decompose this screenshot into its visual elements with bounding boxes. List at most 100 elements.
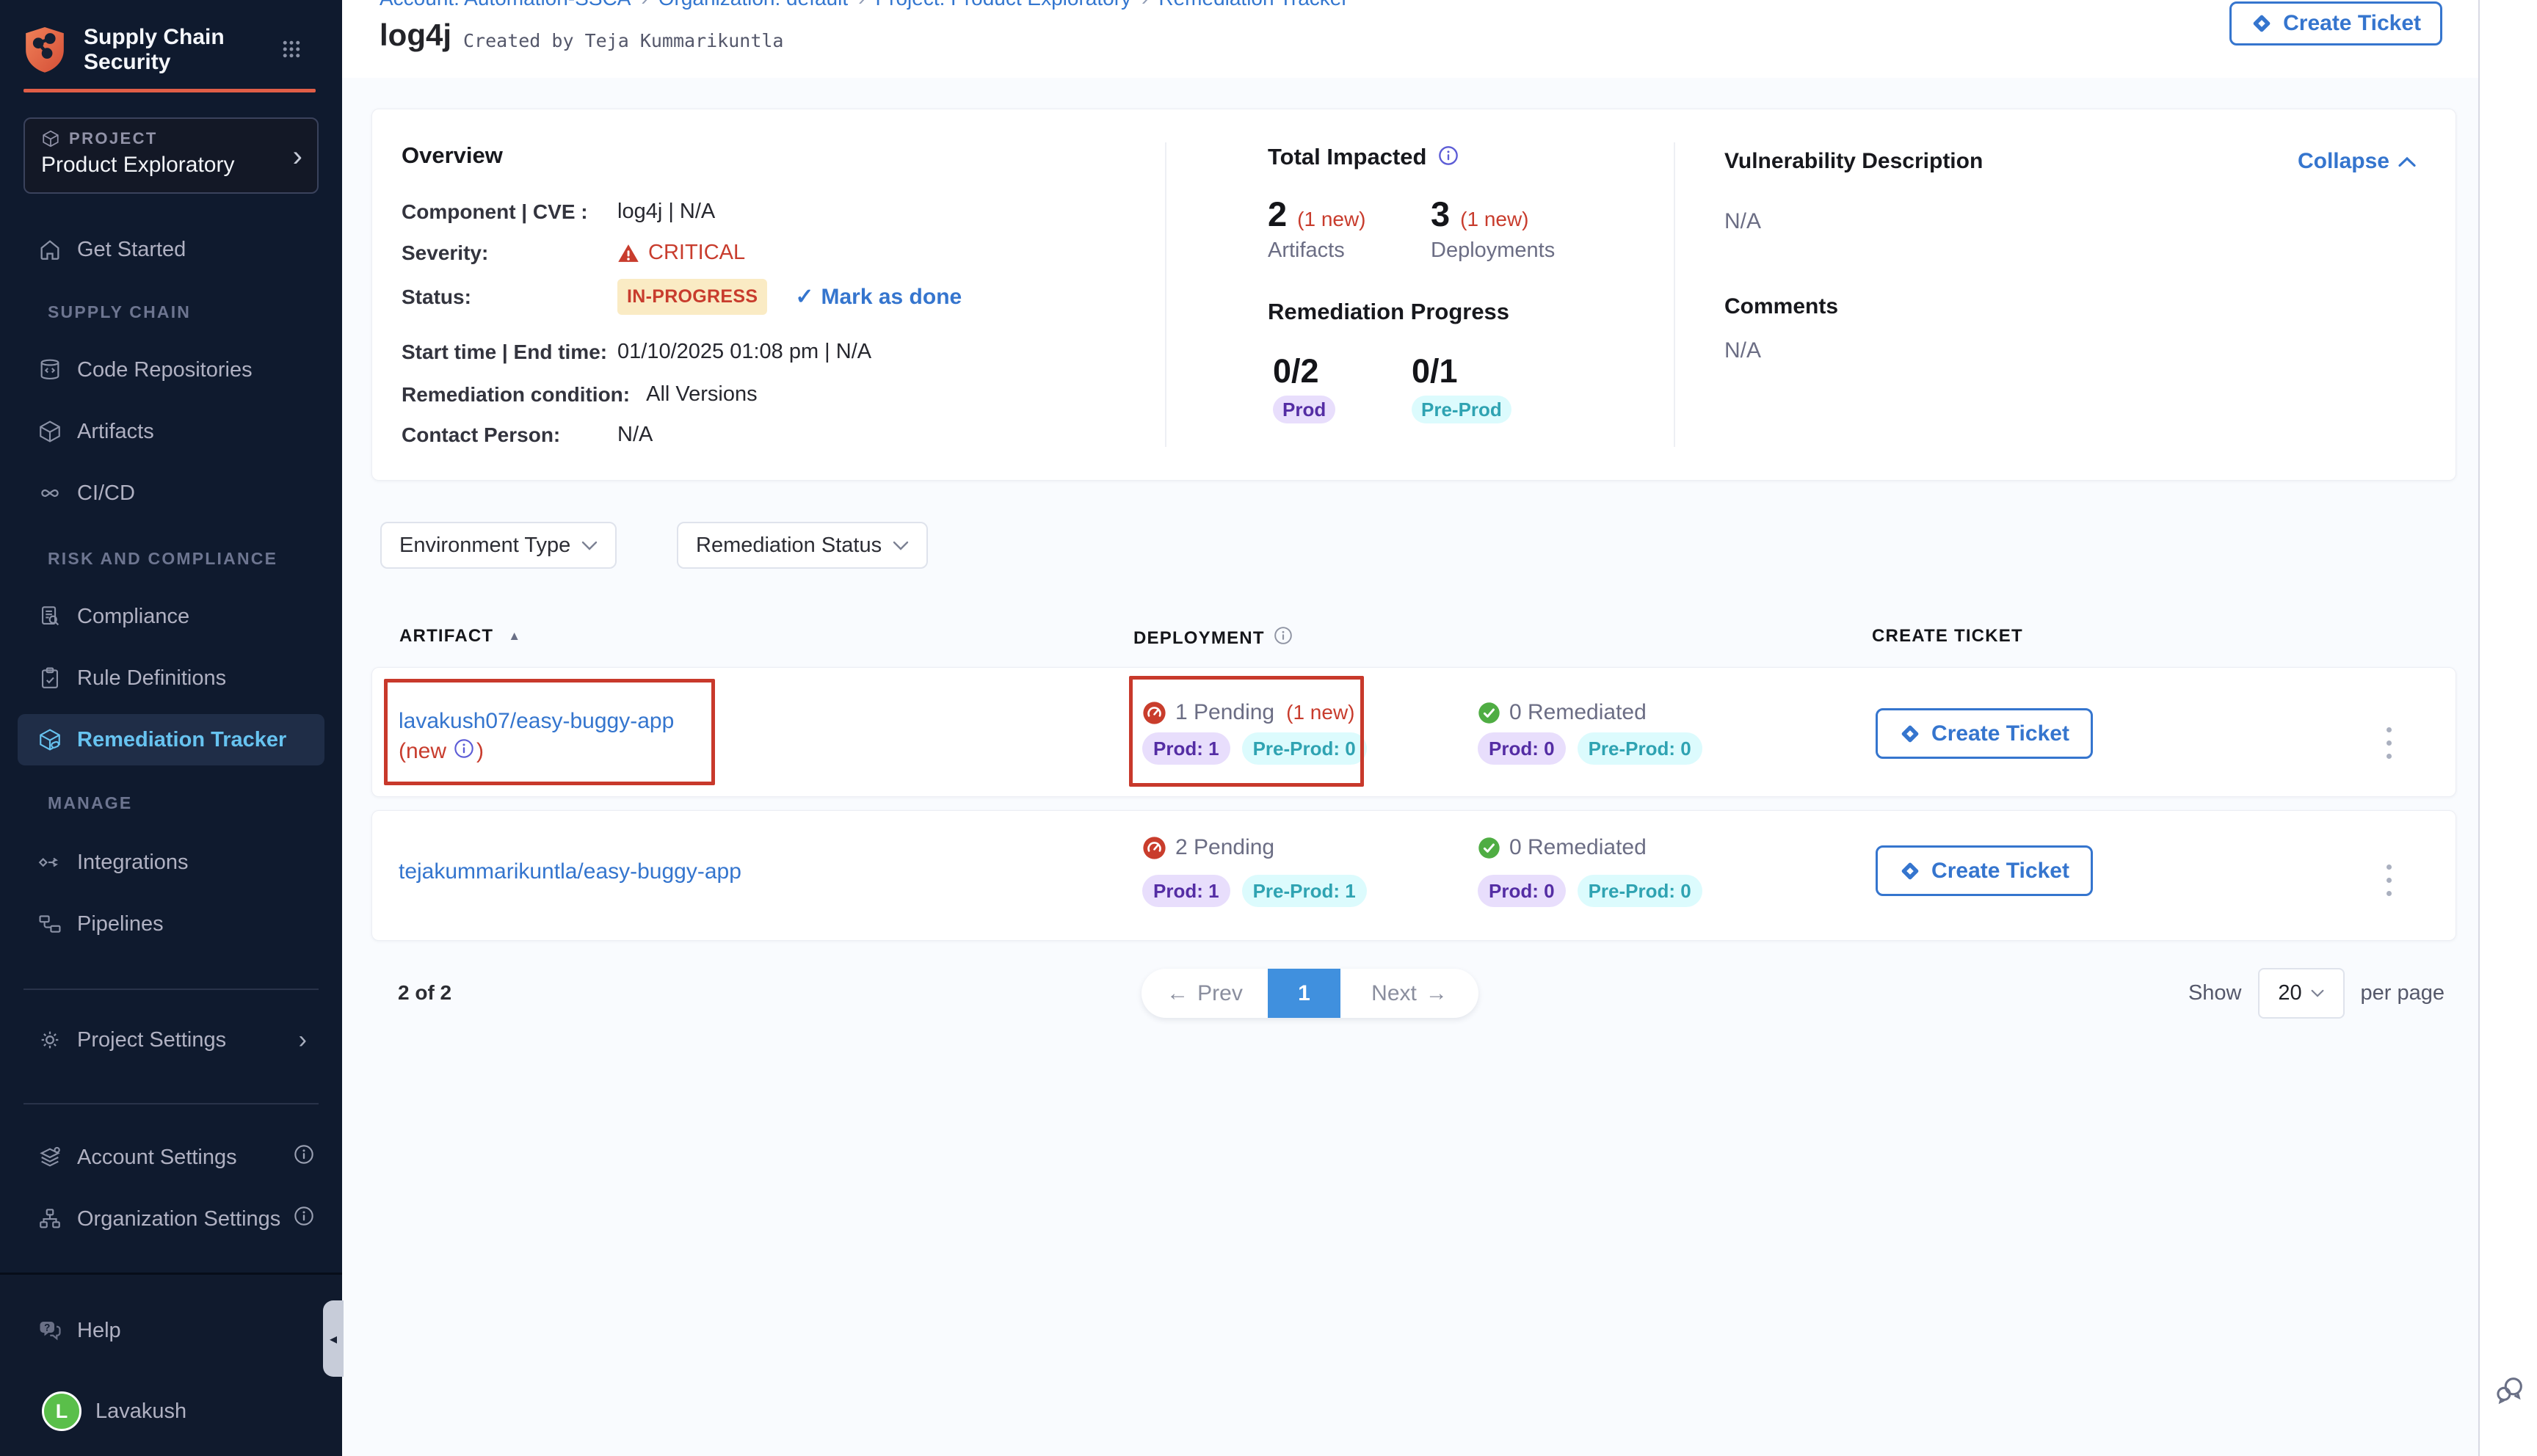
sidebar-user[interactable]: L Lavakush: [0, 1380, 342, 1442]
column-header-artifact[interactable]: ARTIFACT ▲: [399, 626, 521, 647]
sidebar-item-label: Project Settings: [77, 1028, 226, 1052]
field-status: Status: IN-PROGRESS ✓ Mark as done: [402, 279, 962, 315]
breadcrumb-account[interactable]: Account: Automation-SSCA: [380, 0, 631, 10]
account-settings-icon: [37, 1144, 63, 1171]
overview-title: Overview: [402, 142, 503, 169]
table-row[interactable]: lavakush07/easy-buggy-app (new ) 1 Pendi…: [371, 667, 2456, 797]
sidebar-item-account-settings[interactable]: Account Settings: [0, 1126, 342, 1188]
column-header-deployment: DEPLOYMENT: [1133, 626, 1293, 650]
section-label-manage: MANAGE: [48, 793, 327, 813]
environment-type-filter[interactable]: Environment Type: [380, 522, 617, 569]
sidebar-item-label: Get Started: [77, 238, 186, 262]
collapse-link[interactable]: Collapse: [2298, 149, 2416, 174]
breadcrumb-remediation-tracker[interactable]: Remediation Tracker: [1158, 0, 1348, 10]
sidebar-item-compliance[interactable]: Compliance: [0, 586, 342, 647]
row-menu-kebab-icon[interactable]: [2387, 719, 2392, 767]
artifacts-cube-icon: [37, 418, 63, 445]
sidebar-item-label: Pipelines: [77, 912, 164, 936]
info-icon[interactable]: [294, 1206, 314, 1232]
pending-status: 2 Pending: [1142, 835, 1367, 860]
table-row[interactable]: tejakummarikuntla/easy-buggy-app 2 Pendi…: [371, 810, 2456, 941]
sidebar-item-rule-definitions[interactable]: Rule Definitions: [0, 647, 342, 709]
artifact-link[interactable]: tejakummarikuntla/easy-buggy-app: [399, 859, 741, 884]
create-ticket-button[interactable]: Create Ticket: [2229, 1, 2442, 46]
info-icon[interactable]: [294, 1144, 314, 1171]
remediated-preprod-pill: Pre-Prod: 0: [1578, 732, 1702, 765]
pagination-controls: ←Prev 1 Next→: [1142, 969, 1478, 1018]
breadcrumb-project[interactable]: Project: Product Exploratory: [875, 0, 1131, 10]
vulnerability-section: Vulnerability Description Collapse N/A C…: [1724, 109, 2426, 480]
main: Account: Automation-SSCA› Organization: …: [342, 0, 2478, 1456]
sidebar-item-project-settings[interactable]: Project Settings ›: [0, 1009, 342, 1071]
vulnerability-description-title: Vulnerability Description: [1724, 149, 1983, 174]
breadcrumb: Account: Automation-SSCA› Organization: …: [380, 0, 1349, 10]
remediation-tracker-icon: [37, 727, 63, 753]
remediation-progress-title: Remediation Progress: [1268, 299, 1509, 325]
sidebar-item-label: Organization Settings: [77, 1207, 280, 1231]
mark-as-done-link[interactable]: ✓ Mark as done: [795, 284, 962, 310]
sidebar-collapse-handle[interactable]: ◂: [323, 1300, 344, 1377]
sidebar-item-organization-settings[interactable]: Organization Settings: [0, 1188, 342, 1250]
page-header: Account: Automation-SSCA› Organization: …: [342, 0, 2478, 78]
page-title: log4j: [380, 18, 451, 53]
create-ticket-button[interactable]: Create Ticket: [1876, 708, 2093, 759]
gear-icon: [37, 1027, 63, 1053]
info-icon[interactable]: [1438, 145, 1459, 170]
deployments-new: (1 new): [1460, 208, 1528, 231]
project-name: Product Exploratory: [41, 153, 301, 178]
table-header: ARTIFACT ▲ DEPLOYMENT CREATE TICKET: [371, 626, 2456, 648]
project-label: PROJECT: [69, 129, 158, 148]
sidebar-item-remediation-tracker[interactable]: Remediation Tracker: [18, 714, 324, 765]
code-repositories-icon: [37, 357, 63, 383]
next-page-button[interactable]: Next→: [1340, 969, 1478, 1018]
pipelines-icon: [37, 911, 63, 937]
overview-divider-1: [1165, 142, 1166, 447]
chevron-up-icon: [2398, 156, 2416, 167]
sidebar-item-cicd[interactable]: CI/CD: [0, 462, 342, 524]
contact-value: N/A: [617, 423, 653, 447]
vulnerability-description-value: N/A: [1724, 209, 1761, 234]
per-page-select[interactable]: 20: [2258, 968, 2345, 1019]
sidebar-item-code-repositories[interactable]: Code Repositories: [0, 339, 342, 401]
breadcrumb-organization[interactable]: Organization: default: [658, 0, 848, 10]
prod-pill: Prod: [1273, 396, 1335, 423]
page-1-button[interactable]: 1: [1268, 969, 1340, 1018]
row-menu-kebab-icon[interactable]: [2387, 856, 2392, 904]
status-badge: IN-PROGRESS: [617, 279, 767, 315]
sidebar-item-pipelines[interactable]: Pipelines: [0, 893, 342, 955]
info-icon[interactable]: [1274, 626, 1293, 650]
sidebar-item-artifacts[interactable]: Artifacts: [0, 401, 342, 462]
create-ticket-button[interactable]: Create Ticket: [1876, 845, 2093, 896]
support-chat-icon[interactable]: [2493, 1373, 2527, 1410]
prod-progress-value: 0/2: [1273, 354, 1335, 389]
brand-underline: [23, 89, 316, 92]
chevron-down-icon: [581, 541, 598, 550]
sidebar-item-integrations[interactable]: Integrations: [0, 831, 342, 893]
artifacts-new: (1 new): [1297, 208, 1365, 231]
prev-page-button[interactable]: ←Prev: [1142, 969, 1268, 1018]
overview-card: Overview Component | CVE : log4j | N/A S…: [371, 109, 2456, 481]
sidebar-item-get-started[interactable]: Get Started: [0, 219, 342, 280]
shield-logo-icon: [22, 25, 68, 75]
remediated-prod-pill: Prod: 0: [1478, 732, 1566, 765]
user-name: Lavakush: [95, 1399, 186, 1424]
sidebar-item-label: Artifacts: [77, 420, 154, 444]
remediated-check-icon: [1478, 702, 1500, 724]
remediated-count: 0 Remediated: [1509, 700, 1647, 725]
project-selector[interactable]: PROJECT Product Exploratory ›: [23, 117, 319, 194]
preprod-pill: Pre-Prod: [1412, 396, 1511, 423]
home-icon: [37, 236, 63, 263]
total-impacted-title: Total Impacted: [1268, 144, 1426, 170]
impacted-deployments-stat: 3(1 new) Deployments: [1431, 196, 1555, 263]
sidebar-item-help[interactable]: ? Help: [0, 1300, 342, 1361]
project-cube-icon: [41, 129, 60, 148]
sidebar-item-label: Help: [77, 1319, 121, 1343]
module-grid-icon[interactable]: [280, 38, 302, 60]
remediation-status-filter[interactable]: Remediation Status: [677, 522, 928, 569]
ticket-diamond-icon: [2251, 12, 2273, 34]
arrow-left-icon: ←: [1166, 981, 1188, 1006]
total-impacted-section: Total Impacted 2(1 new) Artifacts 3(1 ne…: [1268, 109, 1679, 480]
field-condition: Remediation condition: All Versions: [402, 382, 758, 407]
per-page-control: Show 20 per page: [2188, 968, 2445, 1019]
sidebar-footer: ? Help L Lavakush: [0, 1273, 342, 1456]
